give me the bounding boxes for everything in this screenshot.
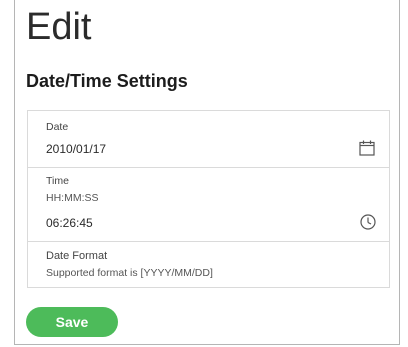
clock-icon[interactable]	[359, 213, 377, 231]
time-format-hint: HH:MM:SS	[46, 192, 99, 204]
page-title: Edit	[26, 6, 92, 48]
time-label: Time	[46, 175, 69, 187]
calendar-icon[interactable]	[358, 139, 376, 157]
save-button[interactable]: Save	[26, 307, 118, 337]
settings-card: Date 2010/01/17 Time HH:MM:SS 06:26:45 D…	[27, 110, 390, 288]
time-field[interactable]: Time HH:MM:SS 06:26:45	[28, 167, 389, 241]
date-label: Date	[46, 121, 69, 133]
date-format-field: Date Format Supported format is [YYYY/MM…	[28, 241, 389, 287]
section-title: Date/Time Settings	[26, 71, 188, 91]
date-format-hint: Supported format is [YYYY/MM/DD]	[46, 267, 213, 279]
date-field[interactable]: Date 2010/01/17	[28, 111, 389, 167]
time-value[interactable]: 06:26:45	[46, 217, 93, 229]
date-format-label: Date Format	[46, 250, 108, 262]
date-value[interactable]: 2010/01/17	[46, 143, 106, 155]
